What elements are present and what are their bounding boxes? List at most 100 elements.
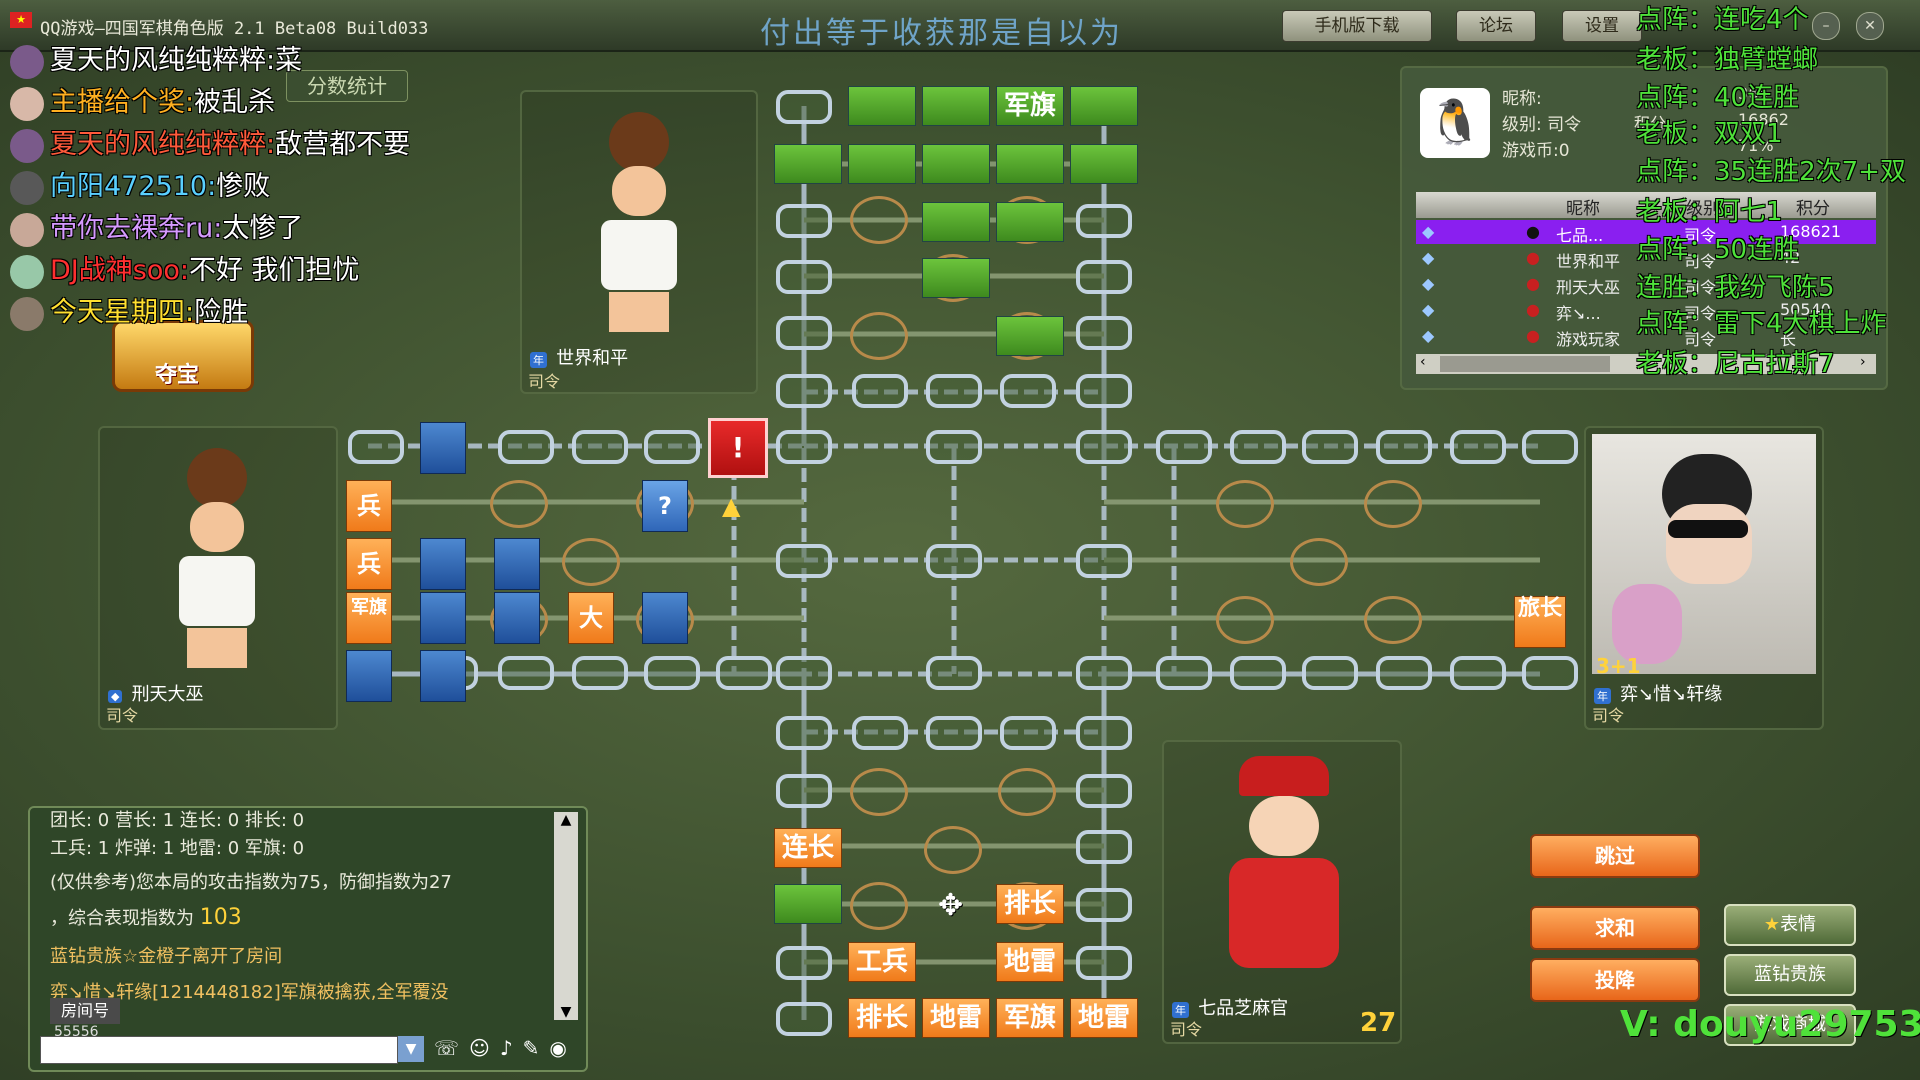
board-node[interactable] — [1076, 946, 1132, 980]
board-node[interactable] — [716, 656, 772, 690]
board-node[interactable] — [776, 656, 832, 690]
scroll-up-icon[interactable]: ▲ — [554, 812, 578, 828]
hidden-piece[interactable] — [494, 538, 540, 590]
hidden-piece[interactable] — [922, 144, 990, 184]
board-node[interactable] — [1076, 260, 1132, 294]
camp-node[interactable] — [850, 882, 908, 930]
board-node[interactable] — [1230, 656, 1286, 690]
hidden-piece[interactable] — [494, 592, 540, 644]
smiley-icon[interactable]: ☺ — [469, 1036, 500, 1060]
board-node[interactable] — [926, 544, 982, 578]
board-node[interactable] — [1076, 316, 1132, 350]
own-piece[interactable]: 地雷 — [1070, 998, 1138, 1038]
left-piece-soldier[interactable]: 兵 — [346, 480, 392, 532]
board-node[interactable] — [852, 716, 908, 750]
board-node[interactable] — [1376, 656, 1432, 690]
board-node[interactable] — [776, 204, 832, 238]
left-piece-big[interactable]: 大 — [568, 592, 614, 644]
board-node[interactable] — [1076, 716, 1132, 750]
hidden-piece[interactable] — [848, 144, 916, 184]
chat-input[interactable] — [40, 1036, 398, 1064]
hidden-piece[interactable] — [420, 592, 466, 644]
top-flag-piece[interactable]: 军旗 — [996, 86, 1064, 126]
hidden-piece[interactable] — [922, 202, 990, 242]
board-node[interactable] — [776, 430, 832, 464]
board-node[interactable] — [1076, 656, 1132, 690]
board-node[interactable] — [1076, 544, 1132, 578]
board-node[interactable] — [1522, 656, 1578, 690]
board-node[interactable] — [1000, 374, 1056, 408]
own-piece[interactable]: 排长 — [848, 998, 916, 1038]
board-node[interactable] — [1156, 430, 1212, 464]
hidden-piece[interactable] — [996, 202, 1064, 242]
board-node[interactable] — [776, 316, 832, 350]
hidden-piece[interactable] — [922, 86, 990, 126]
hidden-piece[interactable] — [1070, 86, 1138, 126]
hidden-piece[interactable] — [774, 884, 842, 924]
board-node[interactable] — [1302, 656, 1358, 690]
left-piece-soldier[interactable]: 兵 — [346, 538, 392, 590]
wrench-icon[interactable]: ✎ — [523, 1036, 550, 1060]
hidden-piece[interactable] — [1070, 144, 1138, 184]
board-node[interactable] — [498, 656, 554, 690]
board-node[interactable] — [852, 374, 908, 408]
speaker-icon[interactable]: ♪ — [500, 1036, 523, 1060]
board-node[interactable] — [776, 374, 832, 408]
camp-node[interactable] — [850, 312, 908, 360]
own-piece[interactable]: 工兵 — [848, 942, 916, 982]
hidden-piece[interactable] — [420, 650, 466, 702]
board-node[interactable] — [776, 1002, 832, 1036]
board-node[interactable] — [1076, 830, 1132, 864]
camp-node[interactable] — [1290, 538, 1348, 586]
hidden-piece[interactable] — [922, 258, 990, 298]
camp-node[interactable] — [1364, 480, 1422, 528]
board-node[interactable] — [776, 260, 832, 294]
camp-node[interactable] — [850, 196, 908, 244]
camp-node[interactable] — [1364, 596, 1422, 644]
hidden-piece[interactable] — [420, 422, 466, 474]
board-node[interactable] — [1076, 204, 1132, 238]
surrender-button[interactable]: 投降 — [1530, 958, 1700, 1002]
camp-node[interactable] — [490, 480, 548, 528]
board-node[interactable] — [1450, 430, 1506, 464]
own-piece[interactable]: 地雷 — [922, 998, 990, 1038]
board-node[interactable] — [776, 716, 832, 750]
hidden-piece[interactable] — [774, 144, 842, 184]
scroll-down-icon[interactable]: ▼ — [554, 1004, 578, 1020]
globe-icon[interactable]: ◉ — [549, 1036, 576, 1060]
camp-node[interactable] — [998, 768, 1056, 816]
board-node[interactable] — [498, 430, 554, 464]
camp-node[interactable] — [924, 826, 982, 874]
board-node[interactable] — [572, 656, 628, 690]
board-node[interactable] — [926, 374, 982, 408]
board-node[interactable] — [926, 716, 982, 750]
vertical-scrollbar[interactable]: ▲ ▼ — [554, 812, 578, 1020]
board-node[interactable] — [776, 544, 832, 578]
hidden-piece[interactable] — [996, 316, 1064, 356]
chat-bubble-icon[interactable]: ☏ — [434, 1036, 469, 1060]
own-piece[interactable]: 连长 — [774, 828, 842, 868]
left-piece-flag[interactable]: 军旗 — [346, 592, 392, 644]
board-node[interactable] — [926, 656, 982, 690]
board-node[interactable] — [776, 774, 832, 808]
board-node[interactable] — [1230, 430, 1286, 464]
board-node[interactable] — [1076, 430, 1132, 464]
emote-button[interactable]: ★表情 — [1724, 904, 1856, 946]
board-node[interactable] — [1450, 656, 1506, 690]
left-piece-unknown[interactable]: ? — [642, 480, 688, 532]
hidden-piece[interactable] — [848, 86, 916, 126]
board-node[interactable] — [1000, 716, 1056, 750]
own-piece[interactable]: 军旗 — [996, 998, 1064, 1038]
board-node[interactable] — [1302, 430, 1358, 464]
right-piece-brigadier[interactable]: 旅长 — [1514, 596, 1566, 648]
camp-node[interactable] — [562, 538, 620, 586]
board-node[interactable] — [1076, 888, 1132, 922]
blue-diamond-button[interactable]: 蓝钻贵族 — [1724, 954, 1856, 996]
board-node[interactable] — [644, 430, 700, 464]
hidden-piece[interactable] — [996, 144, 1064, 184]
own-piece[interactable]: 地雷 — [996, 942, 1064, 982]
alert-marker[interactable]: ! — [708, 418, 768, 478]
board-node[interactable] — [1076, 774, 1132, 808]
board-node[interactable] — [1376, 430, 1432, 464]
board-node[interactable] — [572, 430, 628, 464]
